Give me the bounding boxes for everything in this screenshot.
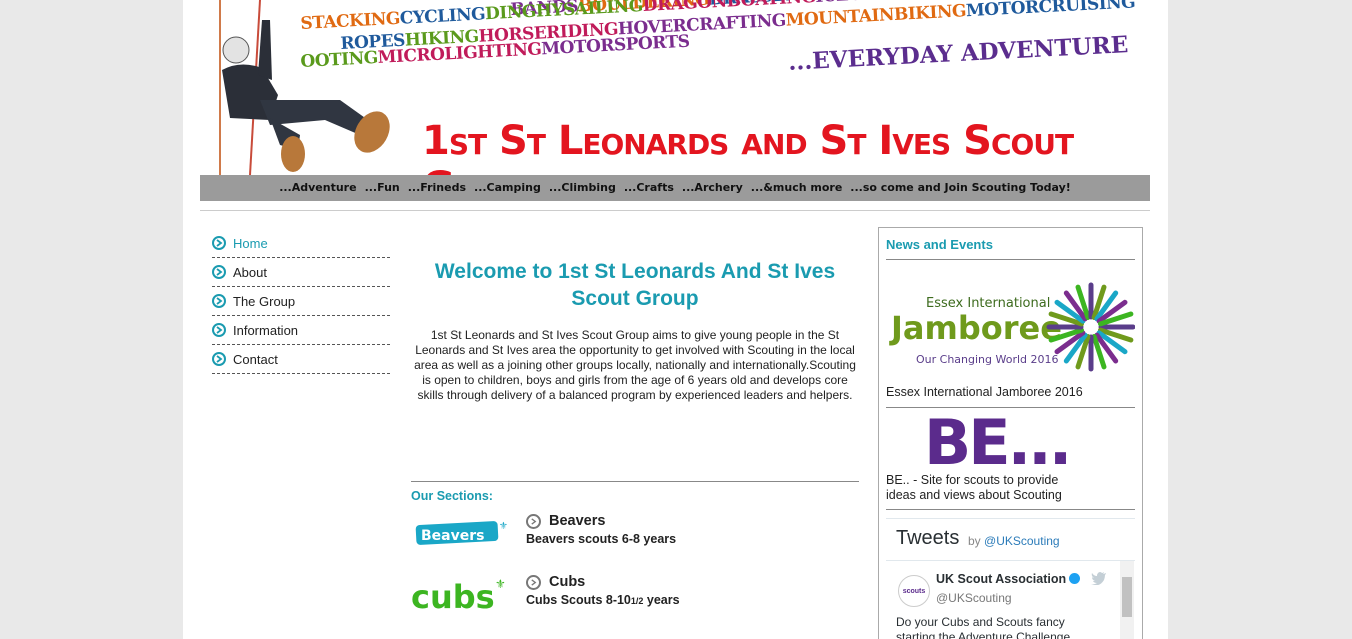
svg-text:cubs: cubs <box>411 578 495 614</box>
beavers-logo: Beavers ⚜ <box>415 521 508 545</box>
svg-text:Jamboree: Jamboree <box>889 309 1062 347</box>
section-text: Beavers Beavers scouts 6-8 years <box>526 513 676 546</box>
sidebar-nav: Home About The Group Information Contact <box>212 229 390 374</box>
sidebar-item-contact[interactable]: Contact <box>212 345 390 374</box>
section-name[interactable]: Cubs <box>549 574 585 590</box>
twitter-handle-link[interactable]: @UKScouting <box>984 534 1060 548</box>
avatar[interactable]: scouts <box>898 575 930 607</box>
be-caption[interactable]: BE.. - Site for scouts to provide ideas … <box>886 473 1086 503</box>
jamboree-caption[interactable]: Essex International Jamboree 2016 <box>886 385 1083 399</box>
chevron-right-icon <box>212 352 226 366</box>
chevron-right-icon <box>212 265 226 279</box>
svg-text:⚜: ⚜ <box>499 521 508 532</box>
section-text: Cubs Cubs Scouts 8-101/2 years <box>526 574 680 607</box>
section-subtitle: Beavers scouts 6-8 years <box>526 532 677 546</box>
divider <box>886 509 1135 510</box>
twitter-bird-icon[interactable] <box>1091 571 1107 585</box>
sidebar-item-about[interactable]: About <box>212 258 390 287</box>
chevron-right-icon <box>212 294 226 308</box>
sidebar-item-label: Contact <box>233 351 278 367</box>
strapline-item: ...Frineds <box>407 181 467 194</box>
site-banner: BANDSBOULDERINGBRASSBANDSBUNGEERUNNINGDR… <box>200 0 1150 175</box>
twitter-by: by @UKScouting <box>968 534 1060 548</box>
intro-paragraph: 1st St Leonards and St Ives Scout Group … <box>414 328 856 402</box>
activity-word: MOTORCRUISING <box>965 0 1136 22</box>
svg-text:Beavers: Beavers <box>421 528 484 544</box>
chevron-right-icon[interactable] <box>526 574 541 590</box>
main-content: Welcome to 1st St Leonards And St Ives S… <box>411 250 859 614</box>
chevron-right-icon[interactable] <box>526 513 541 529</box>
sidebar-item-label: About <box>233 264 267 280</box>
section-subtitle: Cubs Scouts 8-101/2 years <box>526 593 680 607</box>
strapline-item: ...Adventure <box>279 181 357 194</box>
strapline-item: ...Archery <box>681 181 743 194</box>
sidebar-item-information[interactable]: Information <box>212 316 390 345</box>
sections-heading: Our Sections: <box>411 489 493 503</box>
section-name[interactable]: Beavers <box>549 513 605 529</box>
site-title: 1st St Leonards and St Ives Scout Group <box>422 118 1074 175</box>
divider <box>886 259 1135 260</box>
climber-image <box>219 0 390 175</box>
jamboree-logo[interactable]: Essex International Jamboree Our Changin… <box>886 277 1135 381</box>
cubs-logo: cubs ⚜ <box>411 577 506 614</box>
divider <box>886 560 1135 561</box>
news-heading: News and Events <box>886 237 993 252</box>
twitter-title: Tweets <box>896 527 960 549</box>
strapline-item: ...Crafts <box>623 181 674 194</box>
be-logo[interactable]: BE... <box>924 412 1072 474</box>
sidebar-item-label: Information <box>233 322 299 338</box>
strapline-bar: ...Adventure ...Fun ...Frineds ...Camping..… <box>200 175 1150 201</box>
tweet-author[interactable]: UK Scout Association <box>936 572 1081 586</box>
divider <box>411 481 859 482</box>
scrollbar-thumb[interactable] <box>1122 577 1132 617</box>
section-beavers[interactable]: Beavers ⚜ Beavers Beavers scouts 6-8 yea… <box>411 513 859 563</box>
tweet-text: Do your Cubs and Scouts fancy starting t… <box>896 615 1071 639</box>
page-wrapper: BANDSBOULDERINGBRASSBANDSBUNGEERUNNINGDR… <box>183 0 1168 639</box>
sidebar-item-label: The Group <box>233 293 296 309</box>
chevron-right-icon <box>212 236 226 250</box>
strapline-item: ...Climbing <box>548 181 616 194</box>
twitter-widget: Tweets by @UKScouting scouts UK Scout As… <box>886 518 1135 639</box>
strapline-item: ...&much more <box>750 181 843 194</box>
sidebar-item-the-group[interactable]: The Group <box>212 287 390 316</box>
chevron-right-icon <box>212 323 226 337</box>
section-cubs[interactable]: cubs ⚜ Cubs Cubs Scouts 8-101/2 years <box>411 574 859 624</box>
tagline: ...EVERYDAY ADVENTURE <box>787 31 1129 76</box>
strapline-item: ...so come and Join Scouting Today! <box>850 181 1071 194</box>
page-title: Welcome to 1st St Leonards And St Ives S… <box>434 260 836 310</box>
tweet-username[interactable]: @UKScouting <box>936 591 1012 605</box>
verified-icon <box>1069 573 1081 584</box>
svg-text:Our Changing World 2016: Our Changing World 2016 <box>916 353 1059 366</box>
strapline-item: ...Camping <box>474 181 541 194</box>
news-events-panel: News and Events Essex International Jamb… <box>878 227 1143 639</box>
sidebar-item-label: Home <box>233 235 268 251</box>
divider <box>200 210 1150 211</box>
sidebar-item-home[interactable]: Home <box>212 229 390 258</box>
scrollbar[interactable] <box>1120 561 1134 639</box>
strapline-item: ...Fun <box>364 181 400 194</box>
activity-word: CYCLING <box>399 4 486 29</box>
svg-text:⚜: ⚜ <box>495 577 506 591</box>
